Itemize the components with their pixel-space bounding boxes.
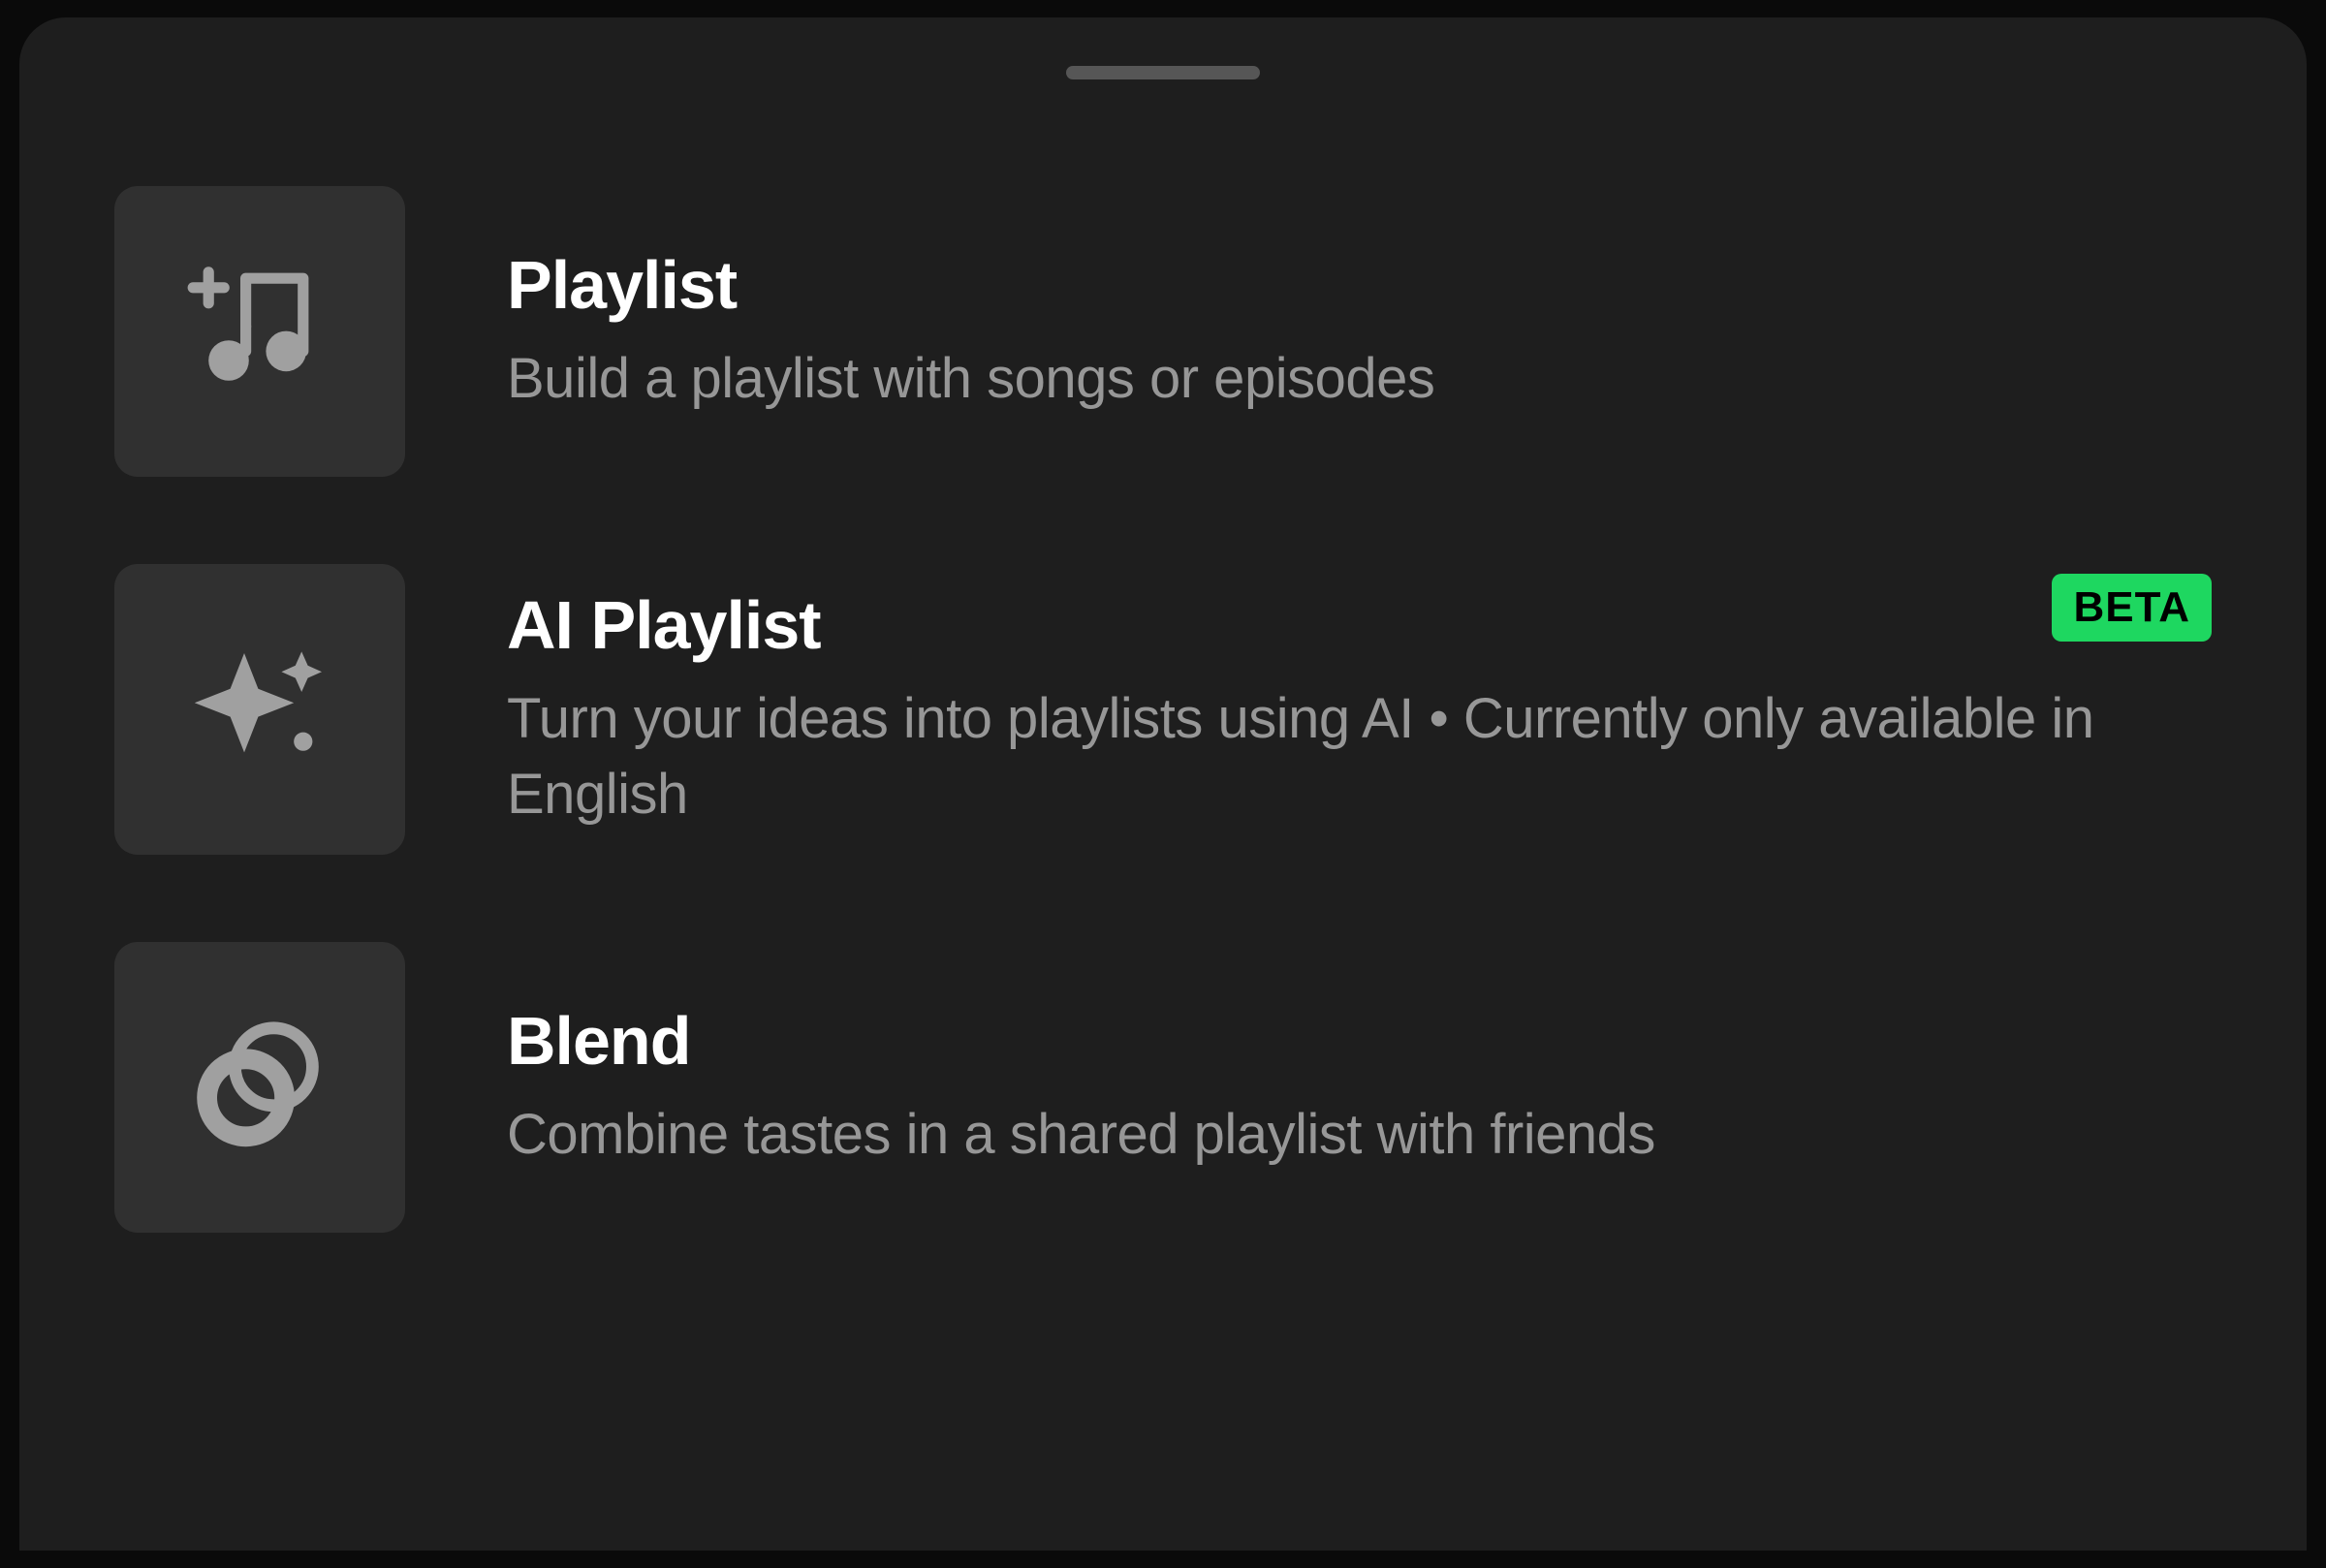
bottom-sheet: Playlist Build a playlist with songs or … [19,17,2307,1551]
beta-badge: BETA [2052,574,2212,642]
menu-item-title: Blend [507,1002,2192,1080]
menu-item-text: Playlist Build a playlist with songs or … [507,246,2212,417]
menu-item-ai-playlist[interactable]: AI Playlist Turn your ideas into playlis… [114,564,2212,855]
blend-icon [182,1008,337,1168]
sparkle-icon [182,630,337,790]
menu-item-blend[interactable]: Blend Combine tastes in a shared playlis… [114,942,2212,1233]
menu-item-description: Combine tastes in a shared playlist with… [507,1097,2192,1173]
create-menu-list: Playlist Build a playlist with songs or … [19,186,2307,1233]
icon-box [114,564,405,855]
menu-item-text: Blend Combine tastes in a shared playlis… [507,1002,2212,1173]
menu-item-title: Playlist [507,246,2192,324]
drag-handle[interactable] [1066,66,1260,79]
menu-item-description: Turn your ideas into playlists using AI … [507,681,2192,833]
icon-box [114,942,405,1233]
menu-item-description: Build a playlist with songs or episodes [507,341,2192,417]
menu-item-title: AI Playlist [507,586,2192,664]
menu-item-playlist[interactable]: Playlist Build a playlist with songs or … [114,186,2212,477]
icon-box [114,186,405,477]
menu-item-text: AI Playlist Turn your ideas into playlis… [507,586,2212,833]
music-add-icon [182,252,337,412]
